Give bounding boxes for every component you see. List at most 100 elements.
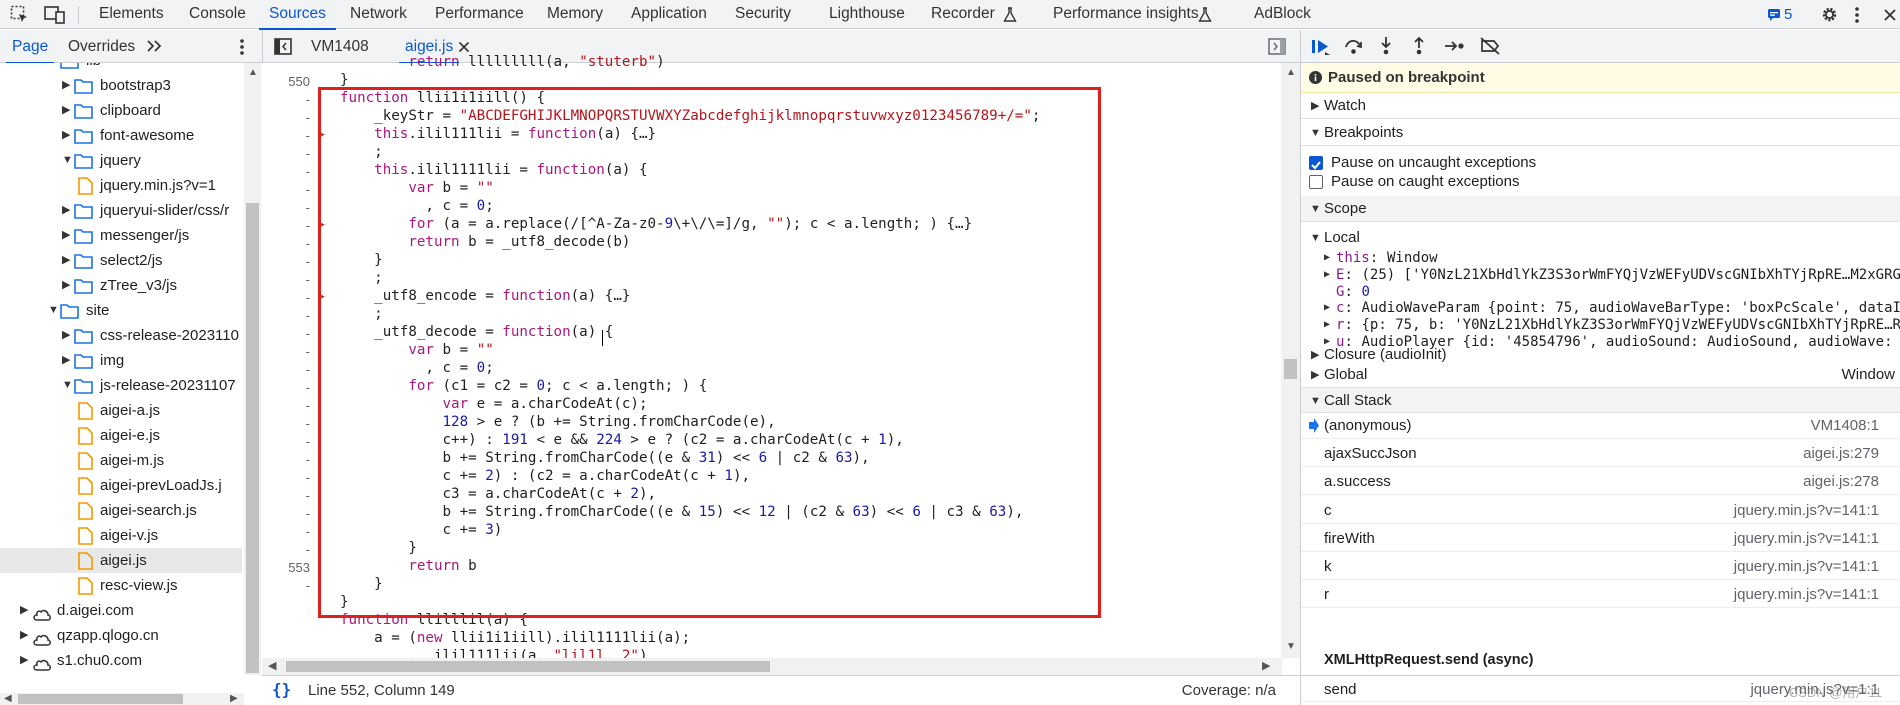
line-number[interactable]: 550 (262, 73, 316, 91)
editor-horizontal-scrollbar[interactable]: ◀ ▶ (262, 658, 1282, 675)
line-number[interactable]: - (262, 145, 316, 163)
line-number[interactable]: - (262, 469, 316, 487)
line-number[interactable]: - (262, 379, 316, 397)
collapsed-arrow-icon[interactable]: ▶ (20, 623, 28, 648)
expand-variable-icon[interactable]: ▶ (1324, 332, 1330, 352)
tab-adblock[interactable]: AdBlock (1254, 0, 1311, 29)
line-number[interactable]: - (262, 523, 316, 541)
tree-folder-item[interactable]: ▶ jqueryui-slider/css/r (0, 198, 242, 223)
step-icon[interactable] (1444, 38, 1466, 54)
toggle-debugger-sidebar-icon[interactable] (1268, 38, 1286, 55)
tree-domain-item[interactable]: ▶ s1.chu0.com (0, 648, 242, 673)
line-number[interactable]: - (262, 361, 316, 379)
close-devtools-icon[interactable] (1883, 8, 1897, 22)
tree-folder-item[interactable]: ▼ site (0, 298, 242, 323)
tree-file-item[interactable]: aigei-v.js (0, 523, 242, 548)
pause-caught-row[interactable]: Pause on caught exceptions (1301, 170, 1900, 194)
resume-icon[interactable] (1311, 38, 1331, 56)
close-tab-icon[interactable] (458, 41, 470, 53)
issues-icon[interactable] (1767, 8, 1781, 21)
device-toolbar-icon[interactable] (44, 5, 65, 24)
inspect-element-icon[interactable] (10, 5, 29, 24)
line-number[interactable]: - (262, 163, 316, 181)
scope-global-row[interactable]: ▶ Global Window (1301, 363, 1900, 387)
tree-file-item[interactable]: aigei.js (0, 548, 242, 573)
navigator-tab-overrides[interactable]: Overrides (68, 30, 135, 63)
line-number[interactable]: - (262, 91, 316, 109)
line-number[interactable]: - (262, 253, 316, 271)
pause-uncaught-checkbox[interactable] (1309, 156, 1323, 170)
line-number[interactable]: 553 (262, 559, 316, 577)
tab-console[interactable]: Console (189, 0, 246, 29)
pause-caught-checkbox[interactable] (1309, 175, 1323, 189)
callstack-section-header[interactable]: ▼ Call Stack (1301, 387, 1900, 413)
tab-sources[interactable]: Sources (259, 0, 336, 30)
line-number[interactable]: - (262, 271, 316, 289)
tab-security[interactable]: Security (735, 0, 791, 29)
navigator-menu-icon[interactable] (239, 38, 245, 56)
collapsed-arrow-icon[interactable]: ▶ (62, 73, 70, 98)
issues-count[interactable]: 5 (1784, 0, 1792, 29)
tab-performance[interactable]: Performance (435, 0, 524, 29)
tree-folder-item[interactable]: ▶ img (0, 348, 242, 373)
tree-file-item[interactable]: jquery.min.js?v=1 (0, 173, 242, 198)
tree-folder-item[interactable]: ▶ select2/js (0, 248, 242, 273)
tree-folder-item[interactable]: ▶ clipboard (0, 98, 242, 123)
line-number[interactable]: - (262, 307, 316, 325)
collapsed-arrow-icon[interactable]: ▶ (62, 348, 70, 373)
watch-section-header[interactable]: ▶ Watch (1301, 93, 1900, 119)
collapsed-arrow-icon[interactable]: ▶ (62, 198, 70, 223)
collapsed-arrow-icon[interactable]: ▶ (62, 248, 70, 273)
pretty-print-icon[interactable]: {} (272, 680, 291, 699)
navigator-vertical-scrollbar[interactable]: ▲ (244, 63, 261, 675)
step-into-icon[interactable] (1378, 36, 1394, 56)
tab-elements[interactable]: Elements (99, 0, 164, 29)
scope-section-header[interactable]: ▼ Scope (1301, 196, 1900, 222)
toggle-navigator-icon[interactable] (274, 38, 292, 55)
scope-variable[interactable]: ▶ u: AudioPlayer {id: '45854796', audioSo… (1301, 332, 1900, 352)
expanded-arrow-icon[interactable]: ▼ (48, 298, 59, 323)
tree-folder-item[interactable]: ▼ jquery (0, 148, 242, 173)
breakpoints-section-header[interactable]: ▼ Breakpoints (1301, 120, 1900, 146)
tree-file-item[interactable]: aigei-prevLoadJs.j (0, 473, 242, 498)
tree-folder-item[interactable]: ▼ lib (0, 63, 242, 73)
line-number[interactable]: - (262, 397, 316, 415)
tree-file-item[interactable]: aigei-e.js (0, 423, 242, 448)
tree-folder-item[interactable]: ▶ bootstrap3 (0, 73, 242, 98)
collapsed-arrow-icon[interactable]: ▶ (62, 223, 70, 248)
line-number-gutter[interactable]: 550- - - - - - - - - - - - - - - - - - - - - - - - - -553- (262, 63, 316, 658)
line-number[interactable]: - (262, 199, 316, 217)
tree-file-item[interactable]: aigei-m.js (0, 448, 242, 473)
line-number[interactable]: - (262, 487, 316, 505)
line-number[interactable]: - (262, 541, 316, 559)
tree-domain-item[interactable]: ▶ d.aigei.com (0, 598, 242, 623)
settings-gear-icon[interactable] (1820, 5, 1839, 24)
collapsed-arrow-icon[interactable]: ▶ (62, 323, 70, 348)
line-number[interactable]: - (262, 451, 316, 469)
tree-folder-item[interactable]: ▶ zTree_v3/js (0, 273, 242, 298)
line-number[interactable]: - (262, 415, 316, 433)
navigator-tab-page[interactable]: Page (5, 30, 55, 64)
tab-network[interactable]: Network (350, 0, 407, 29)
line-number[interactable]: - (262, 289, 316, 307)
tab-lighthouse[interactable]: Lighthouse (829, 0, 905, 29)
tree-file-item[interactable]: aigei-search.js (0, 498, 242, 523)
callstack-frame[interactable]: fireWith jquery.min.js?v=141:1 (1301, 525, 1900, 552)
step-over-icon[interactable] (1344, 37, 1363, 55)
line-number[interactable]: - (262, 235, 316, 253)
callstack-frame[interactable]: ajaxSuccJson aigei.js:279 (1301, 440, 1900, 468)
tab-performance-insights[interactable]: Performance insights (1053, 0, 1199, 29)
line-number[interactable]: - (262, 325, 316, 343)
navigator-horizontal-scrollbar[interactable]: ◀ ▶ (0, 693, 244, 705)
line-number[interactable]: - (262, 127, 316, 145)
tree-folder-item[interactable]: ▶ font-awesome (0, 123, 242, 148)
line-number[interactable]: - (262, 343, 316, 361)
more-options-icon[interactable] (1854, 6, 1860, 24)
callstack-frame[interactable]: r jquery.min.js?v=141:1 (1301, 581, 1900, 609)
tree-folder-item[interactable]: ▼ js-release-20231107 (0, 373, 242, 398)
tree-folder-item[interactable]: ▶ css-release-2023110 (0, 323, 242, 348)
line-number[interactable]: - (262, 433, 316, 451)
scope-local-header[interactable]: ▼ Local (1301, 226, 1900, 250)
tab-application[interactable]: Application (631, 0, 707, 29)
tab-memory[interactable]: Memory (547, 0, 603, 29)
